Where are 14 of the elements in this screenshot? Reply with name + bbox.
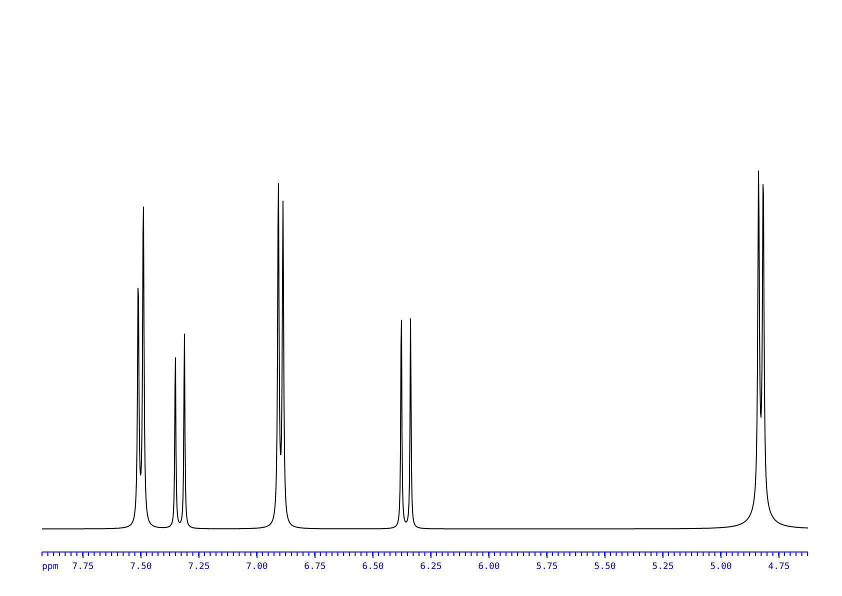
tick-label: 5.50 [594, 562, 616, 572]
tick-label: 7.25 [188, 562, 210, 572]
tick-label: 6.75 [304, 562, 326, 572]
tick-label: 5.00 [710, 562, 732, 572]
tick-label: 6.00 [478, 562, 500, 572]
tick-label: 7.00 [246, 562, 268, 572]
axis-unit: ppm [42, 562, 58, 572]
tick-label: 5.25 [652, 562, 674, 572]
tick-label: 6.50 [362, 562, 384, 572]
tick-label: 4.75 [768, 562, 790, 572]
tick-label: 7.75 [72, 562, 94, 572]
tick-label: 5.75 [536, 562, 558, 572]
tick-label: 7.50 [130, 562, 152, 572]
tick-label: 6.25 [420, 562, 442, 572]
